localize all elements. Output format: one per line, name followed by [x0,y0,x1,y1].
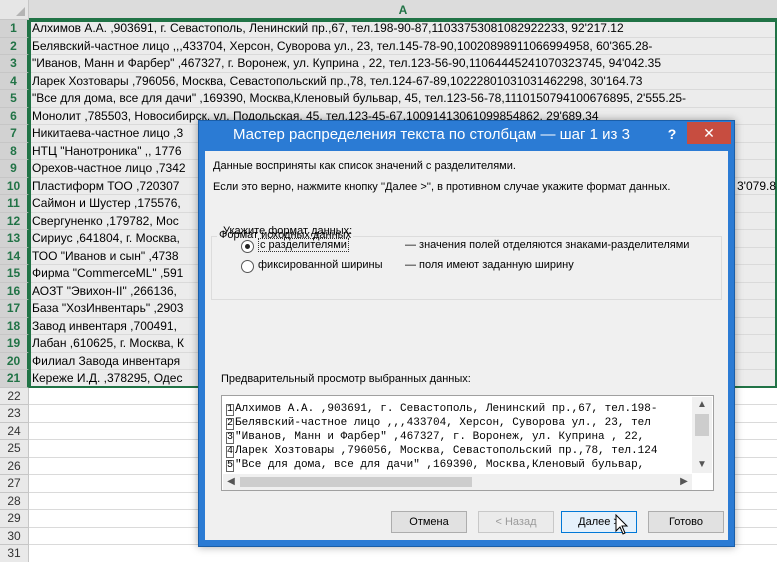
cell-a3[interactable]: "Иванов, Манн и Фарбер" ,467327, г. Воро… [29,55,777,73]
option-fixed-width-description: — поля имеют заданную ширину [405,259,574,271]
format-prompt: Укажите формат данных: [223,225,353,237]
preview-line: 2 Белявский-частное лицо ,,,433704, Херсо… [226,416,688,430]
row-header[interactable]: 28 [0,492,29,510]
row-header[interactable]: 24 [0,422,29,440]
column-header-a[interactable]: A [29,0,777,20]
preview-line: 5 "Все для дома, все для дачи" ,169390, М… [226,458,688,472]
dialog-title: Мастер распределения текста по столбцам … [233,126,630,143]
scroll-left-arrow-icon[interactable]: ◀ [223,474,239,490]
preview-horizontal-scrollbar[interactable]: ◀ ▶ [223,474,692,490]
preview-vertical-scrollbar[interactable]: ▲ ▼ [692,397,712,473]
scroll-up-arrow-icon[interactable]: ▲ [692,397,712,413]
row-header[interactable]: 27 [0,475,29,493]
info-line-2: Если это верно, нажмите кнопку ''Далее >… [213,181,671,193]
preview-line-text: Белявский-частное лицо ,,,433704, Херсон… [235,417,651,429]
option-fixed-width-label[interactable]: фиксированной ширины [258,259,383,271]
preview-line-text: "Иванов, Манн и Фарбер" ,467327, г. Воро… [235,431,645,443]
row-header[interactable]: 31 [0,545,29,562]
dialog-body: Данные восприняты как список значений с … [205,151,728,540]
dialog-titlebar[interactable]: Мастер распределения текста по столбцам … [199,121,734,149]
cell-a5[interactable]: "Все для дома, все для дачи" ,169390, Мо… [29,90,777,108]
preview-line-number: 2 [226,418,234,430]
data-preview-box[interactable]: 1 Алхимов А.А. ,903691, г. Севастополь, Л… [221,395,714,491]
preview-lines: 1 Алхимов А.А. ,903691, г. Севастополь, Л… [226,402,688,474]
row-header[interactable]: 9 [0,160,29,178]
preview-line: 4 Ларек Хозтовары ,796056, Москва, Севаст… [226,444,688,458]
mouse-cursor-icon [615,514,629,535]
finish-button[interactable]: Готово [648,511,724,533]
row-header[interactable]: 23 [0,405,29,423]
row-headers: 1 2 3 4 5 6 7 8 9 10 11 12 13 14 15 16 17 18 19 20 21 22 23 24 2… [0,20,29,562]
row-header[interactable]: 8 [0,142,29,160]
row-header[interactable]: 19 [0,335,29,353]
radio-delimited[interactable] [241,240,254,253]
preview-line-number: 1 [226,404,234,416]
row-header[interactable]: 1 [0,20,29,38]
close-button[interactable]: ✕ [687,122,731,144]
preview-line: 1 Алхимов А.А. ,903691, г. Севастополь, Л… [226,402,688,416]
empty-cell[interactable] [29,545,777,562]
row10-overflow-text: 3'079.8 [737,179,776,193]
row-header[interactable]: 13 [0,230,29,248]
preview-line-text: "Все для дома, все для дачи" ,169390, Мо… [235,459,645,471]
row-header[interactable]: 5 [0,90,29,108]
focused-option-text[interactable]: с разделителями [258,238,349,252]
row-header[interactable]: 6 [0,107,29,125]
vertical-scroll-thumb[interactable] [695,414,709,436]
row-header[interactable]: 18 [0,317,29,335]
row-header[interactable]: 16 [0,282,29,300]
row-header[interactable]: 4 [0,72,29,90]
row-header[interactable]: 14 [0,247,29,265]
select-all-corner[interactable] [0,0,29,20]
back-button[interactable]: < Назад [478,511,554,533]
preview-line-number: 3 [226,432,234,444]
row-header[interactable]: 3 [0,55,29,73]
row-header[interactable]: 25 [0,440,29,458]
preview-line-text: Алхимов А.А. ,903691, г. Севастополь, Ле… [235,403,658,415]
cell-a4[interactable]: Ларек Хозтовары ,796056, Москва, Севасто… [29,72,777,90]
radio-fixed-width[interactable] [241,260,254,273]
row-header[interactable]: 15 [0,265,29,283]
preview-title: Предварительный просмотр выбранных данны… [221,373,471,385]
text-to-columns-wizard-dialog: Мастер распределения текста по столбцам … [198,120,735,547]
radio-selected-dot [245,244,250,249]
help-button[interactable]: ? [661,124,683,144]
row-header[interactable]: 17 [0,300,29,318]
row-header[interactable]: 7 [0,125,29,143]
cell-a1[interactable]: Алхимов А.А. ,903691, г. Севастополь, Ле… [29,20,777,38]
row-header[interactable]: 12 [0,212,29,230]
row-header[interactable]: 29 [0,510,29,528]
preview-line-text: Ларек Хозтовары ,796056, Москва, Севасто… [235,445,658,457]
row-header[interactable]: 20 [0,352,29,370]
preview-line-number: 4 [226,446,234,458]
info-line-1: Данные восприняты как список значений с … [213,160,516,172]
preview-line-number: 5 [226,460,234,472]
row-header[interactable]: 26 [0,457,29,475]
preview-line: 3 "Иванов, Манн и Фарбер" ,467327, г. Вор… [226,430,688,444]
row-header[interactable]: 22 [0,387,29,405]
row-header[interactable]: 21 [0,370,29,388]
option-delimited-description: — значения полей отделяются знаками-разд… [405,239,690,251]
horizontal-scroll-thumb[interactable] [240,477,472,487]
row-header[interactable]: 30 [0,527,29,545]
cell-a2[interactable]: Белявский-частное лицо ,,,433704, Херсон… [29,37,777,55]
scroll-down-arrow-icon[interactable]: ▼ [692,457,712,473]
row-header[interactable]: 11 [0,195,29,213]
option-delimited-label[interactable]: с разделителями [258,238,349,252]
scroll-right-arrow-icon[interactable]: ▶ [676,474,692,490]
row-header[interactable]: 2 [0,37,29,55]
cancel-button[interactable]: Отмена [391,511,467,533]
row-header[interactable]: 10 [0,177,29,195]
